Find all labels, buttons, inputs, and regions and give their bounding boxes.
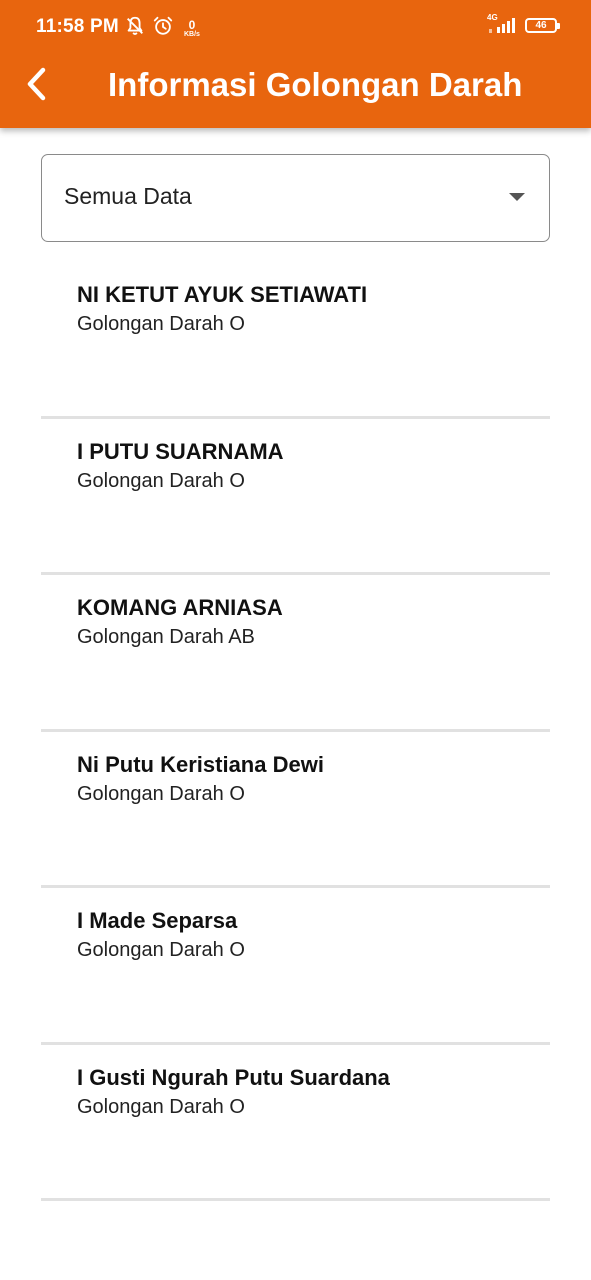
blood-type-list: NI KETUT AYUK SETIAWATI Golongan Darah O… [41, 262, 550, 1201]
network-speed-value: 0 [188, 18, 196, 32]
person-name: I PUTU SUARNAMA [77, 438, 284, 464]
network-speed-unit: KB/s [184, 31, 200, 38]
filter-dropdown[interactable]: Semua Data [41, 154, 550, 242]
list-item[interactable]: I Made Separsa Golongan Darah O [41, 888, 550, 1045]
alarm-icon [152, 15, 174, 42]
blood-type: Golongan Darah AB [77, 626, 255, 648]
page-title: Informasi Golongan Darah [108, 66, 523, 103]
battery-level: 46 [535, 19, 547, 31]
dropdown-arrow-icon [509, 193, 525, 201]
list-item[interactable]: Ni Putu Keristiana Dewi Golongan Darah O [41, 732, 550, 888]
back-button[interactable] [16, 64, 56, 108]
status-icons-left: 0 KB/s [124, 15, 200, 42]
blood-type: Golongan Darah O [77, 313, 245, 335]
blood-type: Golongan Darah O [77, 1095, 245, 1118]
signal-icon: 4G [487, 13, 517, 34]
person-name: Ni Putu Keristiana Dewi [77, 751, 324, 777]
list-item[interactable]: NI KETUT AYUK SETIAWATI Golongan Darah O [41, 262, 550, 419]
person-name: NI KETUT AYUK SETIAWATI [77, 282, 368, 307]
list-item[interactable]: KOMANG ARNIASA Golongan Darah AB [41, 575, 550, 732]
person-name: I Gusti Ngurah Putu Suardana [77, 1064, 390, 1090]
filter-selected-value: Semua Data [64, 183, 192, 209]
status-bar: 11:58 PM 0 KB/s 4G 46 [0, 0, 591, 56]
status-time: 11:58 PM [36, 16, 119, 37]
notifications-off-icon [124, 15, 146, 42]
app-bar: 11:58 PM 0 KB/s 4G 46 Informasi Golongan… [0, 0, 591, 128]
list-item[interactable]: I PUTU SUARNAMA Golongan Darah O [41, 419, 550, 575]
network-speed: 0 KB/s [184, 19, 200, 38]
list-item[interactable]: I Gusti Ngurah Putu Suardana Golongan Da… [41, 1045, 550, 1201]
status-icons-right: 4G 46 [487, 13, 560, 34]
battery-icon: 46 [525, 17, 560, 33]
person-name: I Made Separsa [77, 908, 238, 933]
divider [41, 1198, 550, 1201]
blood-type: Golongan Darah O [77, 782, 245, 805]
blood-type: Golongan Darah O [77, 939, 245, 961]
blood-type: Golongan Darah O [77, 469, 245, 492]
back-arrow-icon [25, 67, 47, 106]
person-name: KOMANG ARNIASA [77, 595, 283, 620]
